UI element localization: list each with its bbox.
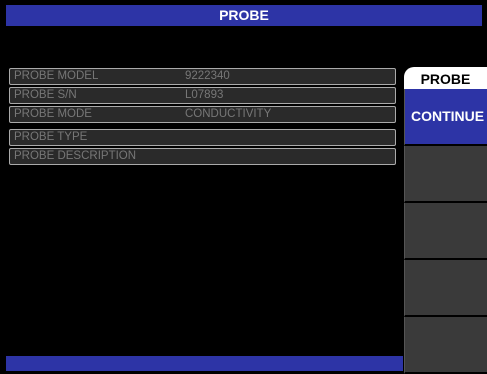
probe-info-list: PROBE MODEL 9222340 PROBE S/N L07893 PRO… [9, 68, 396, 167]
probe-model-row: PROBE MODEL 9222340 [9, 68, 396, 85]
softkey-4[interactable] [404, 260, 487, 317]
softkey-menu-title: PROBE [404, 67, 487, 89]
probe-mode-row: PROBE MODE CONDUCTIVITY [9, 106, 396, 123]
page-title: PROBE [219, 7, 269, 23]
probe-sn-row: PROBE S/N L07893 [9, 87, 396, 104]
row-value: L07893 [185, 89, 224, 101]
row-label: PROBE S/N [14, 89, 77, 101]
continue-button[interactable]: CONTINUE [404, 89, 487, 146]
row-label: PROBE DESCRIPTION [14, 150, 137, 162]
softkey-5[interactable] [404, 317, 487, 374]
row-label: PROBE TYPE [14, 131, 88, 143]
row-value: CONDUCTIVITY [185, 108, 272, 120]
row-value: 9222340 [185, 70, 230, 82]
status-bar [6, 356, 403, 371]
probe-description-row: PROBE DESCRIPTION [9, 148, 396, 165]
softkey-2[interactable] [404, 146, 487, 203]
title-bar: PROBE [6, 5, 482, 26]
probe-type-row: PROBE TYPE [9, 129, 396, 146]
softkey-3[interactable] [404, 203, 487, 260]
row-label: PROBE MODEL [14, 70, 99, 82]
softkey-panel: PROBE CONTINUE [404, 67, 487, 374]
row-label: PROBE MODE [14, 108, 92, 120]
